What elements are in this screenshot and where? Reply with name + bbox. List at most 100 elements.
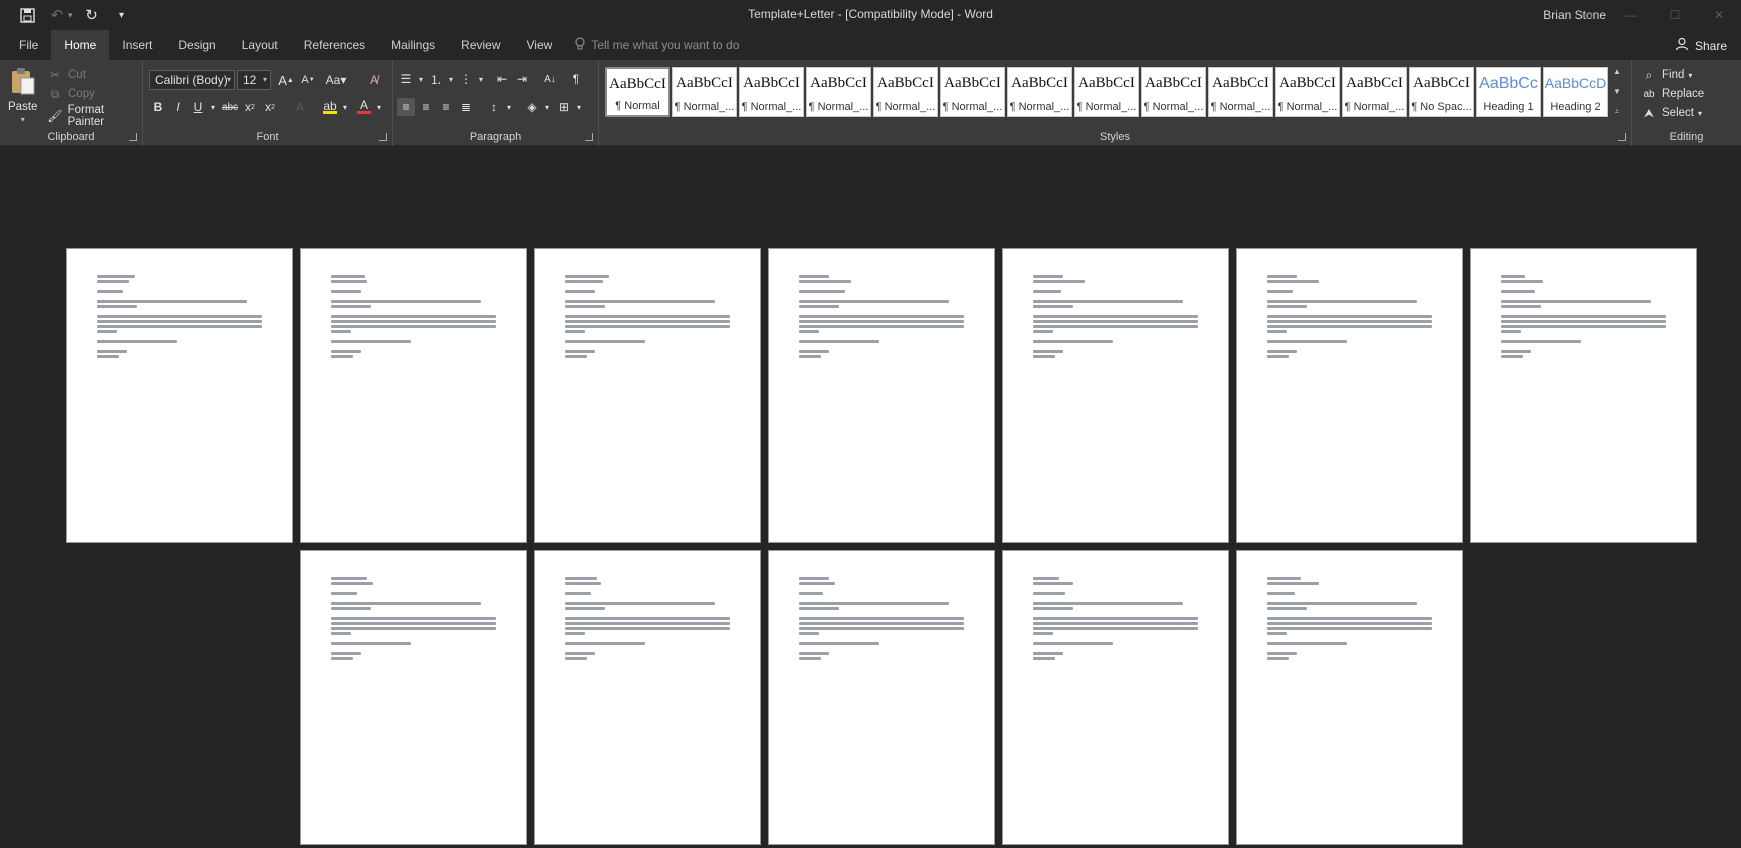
- decrease-indent-button[interactable]: ⇤: [493, 70, 511, 88]
- document-page[interactable]: [1470, 248, 1697, 543]
- font-launcher-icon[interactable]: [379, 133, 387, 141]
- font-size-dropdown-icon[interactable]: ▾: [263, 71, 267, 89]
- numbering-button[interactable]: ⒈ ▾: [427, 70, 453, 88]
- save-icon[interactable]: [16, 4, 38, 26]
- style-heading-2[interactable]: AaBbCcD Heading 2: [1543, 67, 1608, 117]
- style-heading-1[interactable]: AaBbCc Heading 1: [1476, 67, 1541, 117]
- paste-button[interactable]: Paste ▾: [8, 66, 37, 124]
- font-name-dropdown-icon[interactable]: ▾: [227, 71, 231, 89]
- paste-dropdown-icon[interactable]: ▾: [21, 115, 25, 124]
- style-normal-6[interactable]: AaBbCcI ¶ Normal_...: [940, 67, 1005, 117]
- share-button[interactable]: Share: [1675, 37, 1727, 54]
- copy-button[interactable]: ⧉ Copy: [46, 85, 95, 103]
- clipboard-launcher-icon[interactable]: [129, 133, 137, 141]
- tell-me-search[interactable]: Tell me what you want to do: [565, 36, 739, 54]
- line-spacing-button[interactable]: ↕ ▾: [485, 98, 511, 116]
- numbering-dropdown-icon[interactable]: ▾: [449, 75, 453, 84]
- bullets-button[interactable]: ☰ ▾: [397, 70, 423, 88]
- minimize-icon[interactable]: —: [1609, 0, 1653, 30]
- tab-layout[interactable]: Layout: [229, 30, 291, 60]
- highlight-dropdown-icon[interactable]: ▾: [343, 103, 347, 112]
- shading-button[interactable]: ◈ ▾: [523, 98, 549, 116]
- multilevel-list-dropdown-icon[interactable]: ▾: [479, 75, 483, 84]
- superscript-button[interactable]: x2: [261, 98, 279, 116]
- tab-file[interactable]: File: [6, 30, 51, 60]
- multilevel-list-button[interactable]: ⋮ ▾: [457, 70, 483, 88]
- line-spacing-dropdown-icon[interactable]: ▾: [507, 103, 511, 112]
- style-normal[interactable]: AaBbCcI ¶ Normal: [605, 67, 670, 117]
- maximize-icon[interactable]: ☐: [1653, 0, 1697, 30]
- document-canvas[interactable]: [0, 146, 1741, 848]
- style-normal-7[interactable]: AaBbCcI ¶ Normal_...: [1007, 67, 1072, 117]
- align-center-button[interactable]: ≡: [417, 98, 435, 116]
- document-page[interactable]: [1236, 550, 1463, 845]
- justify-button[interactable]: ≣: [457, 98, 475, 116]
- document-page[interactable]: [534, 248, 761, 543]
- change-case-button[interactable]: Aa▾: [323, 71, 349, 89]
- close-icon[interactable]: ✕: [1697, 0, 1741, 30]
- style-normal-12[interactable]: AaBbCcI ¶ Normal_...: [1342, 67, 1407, 117]
- increase-indent-button[interactable]: ⇥: [513, 70, 531, 88]
- cut-button[interactable]: ✂ Cut: [46, 66, 86, 84]
- bullets-dropdown-icon[interactable]: ▾: [419, 75, 423, 84]
- tab-insert[interactable]: Insert: [109, 30, 165, 60]
- document-page[interactable]: [1002, 550, 1229, 845]
- redo-icon[interactable]: ↻: [81, 4, 103, 26]
- format-painter-button[interactable]: 🖌 Format Painter: [46, 104, 142, 128]
- style-normal-8[interactable]: AaBbCcI ¶ Normal_...: [1074, 67, 1139, 117]
- find-button[interactable]: ⌕ Find ▾: [1640, 66, 1693, 84]
- grow-font-button[interactable]: A ▲: [277, 71, 295, 89]
- align-right-button[interactable]: ≡: [437, 98, 455, 116]
- tab-home[interactable]: Home: [51, 30, 110, 60]
- tab-review[interactable]: Review: [448, 30, 513, 60]
- style-normal-9[interactable]: AaBbCcI ¶ Normal_...: [1141, 67, 1206, 117]
- font-color-dropdown-icon[interactable]: ▾: [377, 103, 381, 112]
- underline-dropdown-icon[interactable]: ▾: [211, 103, 215, 112]
- style-normal-3[interactable]: AaBbCcI ¶ Normal_...: [739, 67, 804, 117]
- document-page[interactable]: [534, 550, 761, 845]
- borders-dropdown-icon[interactable]: ▾: [577, 103, 581, 112]
- undo-icon[interactable]: ↶: [46, 4, 68, 26]
- sort-button[interactable]: A↓: [541, 70, 559, 88]
- bold-button[interactable]: B: [149, 98, 167, 116]
- text-effects-button[interactable]: A: [291, 98, 309, 116]
- select-button[interactable]: ⮝ Select ▾: [1640, 104, 1702, 122]
- document-page[interactable]: [1002, 248, 1229, 543]
- document-page[interactable]: [768, 550, 995, 845]
- show-marks-button[interactable]: ¶: [567, 70, 585, 88]
- document-page[interactable]: [300, 550, 527, 845]
- tab-view[interactable]: View: [514, 30, 566, 60]
- styles-launcher-icon[interactable]: [1618, 133, 1626, 141]
- paragraph-launcher-icon[interactable]: [585, 133, 593, 141]
- style-normal-11[interactable]: AaBbCcI ¶ Normal_...: [1275, 67, 1340, 117]
- shrink-font-button[interactable]: A ▼: [299, 71, 317, 89]
- gallery-up-icon[interactable]: ▲: [1613, 67, 1621, 76]
- select-dropdown-icon[interactable]: ▾: [1698, 109, 1702, 118]
- font-size-field[interactable]: 12 ▾: [237, 70, 271, 90]
- borders-button[interactable]: ⊞ ▾: [555, 98, 581, 116]
- gallery-more-icon[interactable]: ⩡: [1615, 107, 1620, 117]
- clear-formatting-button[interactable]: A̸: [365, 71, 383, 89]
- document-page[interactable]: [768, 248, 995, 543]
- document-page[interactable]: [1236, 248, 1463, 543]
- italic-button[interactable]: I: [169, 98, 187, 116]
- undo-dropdown-icon[interactable]: ▾: [68, 10, 73, 21]
- tab-references[interactable]: References: [291, 30, 378, 60]
- find-dropdown-icon[interactable]: ▾: [1688, 71, 1692, 80]
- style-normal-5[interactable]: AaBbCcI ¶ Normal_...: [873, 67, 938, 117]
- highlight-button[interactable]: ab ▾: [321, 98, 347, 116]
- style-no-spacing[interactable]: AaBbCcI ¶ No Spac...: [1409, 67, 1474, 117]
- style-normal-2[interactable]: AaBbCcI ¶ Normal_...: [672, 67, 737, 117]
- align-left-button[interactable]: ≡: [397, 98, 415, 116]
- tab-design[interactable]: Design: [165, 30, 228, 60]
- style-normal-4[interactable]: AaBbCcI ¶ Normal_...: [806, 67, 871, 117]
- subscript-button[interactable]: x2: [241, 98, 259, 116]
- document-page[interactable]: [300, 248, 527, 543]
- font-name-field[interactable]: Calibri (Body) ▾: [149, 70, 235, 90]
- ribbon-display-icon[interactable]: ▭: [1565, 0, 1609, 30]
- font-color-button[interactable]: A ▾: [355, 98, 381, 116]
- gallery-down-icon[interactable]: ▼: [1613, 87, 1621, 96]
- replace-button[interactable]: ab Replace: [1640, 85, 1704, 103]
- tab-mailings[interactable]: Mailings: [378, 30, 448, 60]
- document-page[interactable]: [66, 248, 293, 543]
